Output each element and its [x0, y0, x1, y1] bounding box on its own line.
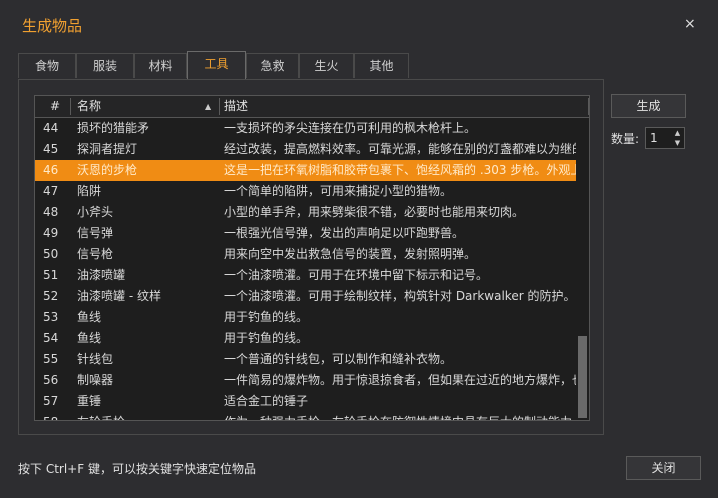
window-title: 生成物品 — [22, 17, 83, 35]
row-description: 一件简易的爆炸物。用于惊退掠食者，但如果在过近的地方爆炸，也会 — [224, 373, 576, 387]
row-description: 用于钓鱼的线。 — [224, 331, 309, 345]
increment-icon[interactable]: ▲ — [671, 128, 684, 138]
row-number: 52 — [43, 289, 59, 303]
row-name: 油漆喷罐 — [77, 268, 126, 282]
table-row[interactable]: 52 油漆喷罐 - 纹样 一个油漆喷灌。可用于绘制纹样，构筑针对 Darkwalke… — [35, 286, 576, 307]
close-icon[interactable]: × — [684, 16, 696, 32]
search-hint: 按下 Ctrl+F 键，可以按关键字快速定位物品 — [18, 462, 256, 476]
row-name: 制噪器 — [77, 373, 114, 387]
row-name: 重锤 — [77, 394, 102, 408]
close-button[interactable]: 关闭 — [626, 456, 701, 480]
row-number: 47 — [43, 184, 59, 198]
generate-button[interactable]: 生成 — [611, 94, 686, 118]
quantity-value[interactable]: 1 — [650, 128, 658, 148]
row-name: 损坏的猎能矛 — [77, 121, 150, 135]
table-row[interactable]: 46 沃恩的步枪 这是一把在环氧树脂和胶带包裹下、饱经风霜的 .303 步枪。外观上… — [35, 160, 576, 181]
table-row[interactable]: 56 制噪器 一件简易的爆炸物。用于惊退掠食者，但如果在过近的地方爆炸，也会 — [35, 370, 576, 391]
row-number: 58 — [43, 412, 73, 420]
table-row[interactable]: 51 油漆喷罐 一个油漆喷灌。可用于在环境中留下标示和记号。 — [35, 265, 576, 286]
row-number: 57 — [43, 394, 59, 408]
tab-2[interactable]: 服装 — [76, 53, 134, 78]
row-description: 一个简单的陷阱，可用来捕捉小型的猎物。 — [224, 184, 453, 198]
table-row[interactable]: 58 左轮手枪作为一种强力手枪，左轮手枪在防御性情境中具有巨大的制动能力。 — [35, 412, 576, 420]
list-rows: 44 损坏的猎能矛 一支损坏的矛尖连接在仍可利用的枫木枪杆上。 45 探洞者提灯 经过改装… — [35, 118, 576, 420]
list-header: # 名称 ▲ 描述 — [35, 96, 589, 118]
column-header-name[interactable]: 名称 — [77, 96, 101, 117]
tab-panel: # 名称 ▲ 描述 44 损坏的猎能矛 一支损坏的矛尖连接在仍可利用的枫木枪杆上。 4… — [18, 79, 604, 435]
row-number: 54 — [43, 331, 59, 345]
row-name: 陷阱 — [77, 184, 102, 198]
tab-4[interactable]: 工具 — [187, 51, 246, 79]
row-name: 针线包 — [77, 352, 114, 366]
table-row[interactable]: 48 小斧头 小型的单手斧，用来劈柴很不错，必要时也能用来切肉。 — [35, 202, 576, 223]
table-row[interactable]: 54 鱼线 用于钓鱼的线。 — [35, 328, 576, 349]
item-list[interactable]: # 名称 ▲ 描述 44 损坏的猎能矛 一支损坏的矛尖连接在仍可利用的枫木枪杆上。 4… — [34, 95, 590, 421]
column-header-num[interactable]: # — [50, 96, 60, 117]
decrement-icon[interactable]: ▼ — [671, 138, 684, 148]
row-name: 沃恩的步枪 — [77, 163, 138, 177]
row-description: 一个普通的针线包，可以制作和缝补衣物。 — [224, 352, 453, 366]
row-number: 51 — [43, 268, 59, 282]
column-divider[interactable] — [219, 98, 220, 115]
row-number: 56 — [43, 373, 59, 387]
table-row[interactable]: 53 鱼线 用于钓鱼的线。 — [35, 307, 576, 328]
row-description: 一根强光信号弹，发出的声响足以吓跑野兽。 — [224, 226, 465, 240]
row-name: 鱼线 — [77, 310, 102, 324]
row-name: 信号枪 — [77, 247, 114, 261]
row-description: 一支损坏的矛尖连接在仍可利用的枫木枪杆上。 — [224, 121, 477, 135]
table-row[interactable]: 49 信号弹 一根强光信号弹，发出的声响足以吓跑野兽。 — [35, 223, 576, 244]
column-divider[interactable] — [70, 98, 71, 115]
row-description: 经过改装，提高燃料效率。可靠光源，能够在别的灯盏都难以为继的环境 — [224, 142, 576, 156]
row-description: 这是一把在环氧树脂和胶带包裹下、饱经风霜的 .303 步枪。外观上的 — [224, 163, 576, 177]
table-row[interactable]: 44 损坏的猎能矛 一支损坏的矛尖连接在仍可利用的枫木枪杆上。 — [35, 118, 576, 139]
row-name: 油漆喷罐 - 纹样 — [77, 289, 161, 303]
column-divider[interactable] — [588, 98, 589, 115]
row-description: 用来向空中发出救急信号的装置，发射照明弹。 — [224, 247, 477, 261]
title-bar: 生成物品 × — [0, 0, 718, 44]
tab-6[interactable]: 生火 — [299, 53, 354, 78]
scrollbar-thumb[interactable] — [578, 336, 587, 418]
tab-3[interactable]: 材料 — [134, 53, 187, 78]
tab-1[interactable]: 食物 — [18, 53, 76, 78]
table-row[interactable]: 50 信号枪 用来向空中发出救急信号的装置，发射照明弹。 — [35, 244, 576, 265]
quantity-stepper[interactable]: 1 ▲ ▼ — [645, 127, 685, 149]
vertical-scrollbar[interactable] — [576, 118, 589, 420]
row-name: 鱼线 — [77, 331, 102, 345]
sort-ascending-icon: ▲ — [205, 102, 212, 111]
table-row[interactable]: 45 探洞者提灯 经过改装，提高燃料效率。可靠光源，能够在别的灯盏都难以为继的环境 — [35, 139, 576, 160]
row-description: 作为一种强力手枪，左轮手枪在防御性情境中具有巨大的制动能力。 — [224, 412, 576, 420]
row-number: 46 — [43, 163, 59, 177]
tab-7[interactable]: 其他 — [354, 53, 409, 78]
row-name: 小斧头 — [77, 205, 114, 219]
row-number: 55 — [43, 352, 59, 366]
row-description: 用于钓鱼的线。 — [224, 310, 309, 324]
row-number: 53 — [43, 310, 59, 324]
row-number: 48 — [43, 205, 59, 219]
row-number: 49 — [43, 226, 59, 240]
row-description: 适合金工的锤子 — [224, 394, 309, 408]
row-description: 小型的单手斧，用来劈柴很不错，必要时也能用来切肉。 — [224, 205, 525, 219]
tab-5[interactable]: 急救 — [246, 53, 299, 78]
row-number: 45 — [43, 142, 59, 156]
quantity-label: 数量: — [611, 132, 640, 146]
row-number: 50 — [43, 247, 59, 261]
row-number: 44 — [43, 121, 59, 135]
row-description: 一个油漆喷灌。可用于绘制纹样，构筑针对 Darkwalker 的防护。 — [224, 289, 576, 303]
table-row[interactable]: 47 陷阱 一个简单的陷阱，可用来捕捉小型的猎物。 — [35, 181, 576, 202]
table-row[interactable]: 55 针线包 一个普通的针线包，可以制作和缝补衣物。 — [35, 349, 576, 370]
table-row[interactable]: 57 重锤 适合金工的锤子 — [35, 391, 576, 412]
column-header-desc[interactable]: 描述 — [224, 96, 248, 117]
row-name: 左轮手枪 — [77, 412, 222, 420]
row-name: 信号弹 — [77, 226, 114, 240]
row-name: 探洞者提灯 — [77, 142, 138, 156]
row-description: 一个油漆喷灌。可用于在环境中留下标示和记号。 — [224, 268, 489, 282]
